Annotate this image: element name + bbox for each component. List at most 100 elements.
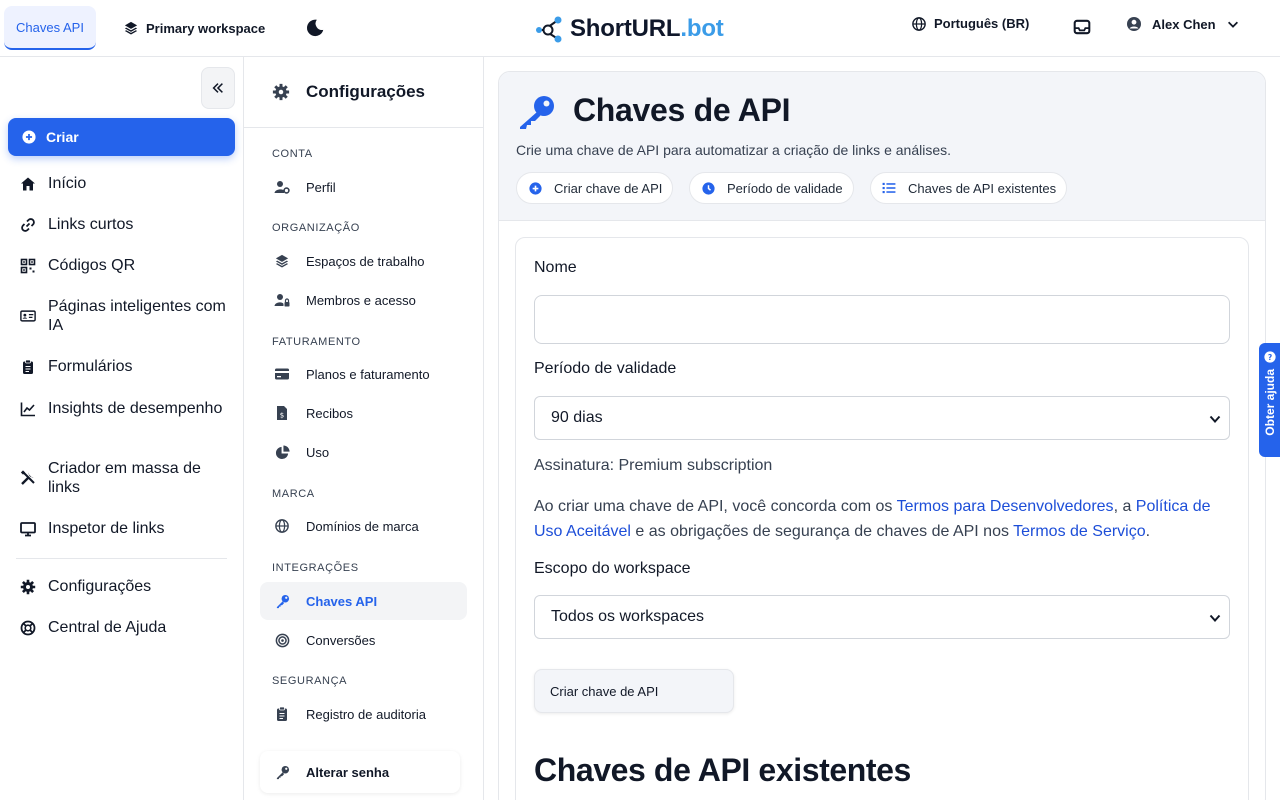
layers-icon [274,253,290,269]
key-icon [274,593,290,609]
user-name: Alex Chen [1152,16,1216,32]
invoice-icon: $ [274,405,290,421]
settings-item-workspaces[interactable]: Espaços de trabalho [260,242,467,280]
main-sidebar: Criar Início Links curtos Códigos QR Pág… [0,57,244,800]
sidebar-item-smart-pages[interactable]: Páginas inteligentes com IA [20,297,228,335]
sidebar-item-insights[interactable]: Insights de desempenho [20,399,228,418]
existing-keys-title: Chaves de API existentes [534,752,911,788]
get-help-tab[interactable]: ? Obter ajuda [1259,343,1280,457]
scope-label: Escopo do workspace [534,560,691,577]
sidebar-item-settings[interactable]: Configurações [20,577,228,596]
inbox-icon[interactable] [1073,18,1091,36]
key-icon [274,764,290,780]
terms-of-service-link[interactable]: Termos de Serviço [1013,523,1146,540]
subscription-text: Assinatura: Premium subscription [534,457,773,474]
section-label-organization: ORGANIZAÇÃO [272,222,360,234]
user-gear-icon [274,179,290,195]
home-icon [20,176,36,192]
language-label: Português (BR) [934,16,1030,31]
pie-chart-icon [274,444,290,460]
user-circle-icon [1127,17,1141,31]
settings-panel: Configurações CONTA Perfil ORGANIZAÇÃO E… [244,57,484,800]
qr-icon [20,258,36,274]
sidebar-item-bulk-creator[interactable]: Criador em massa de links [20,459,228,497]
sidebar-item-qr-codes[interactable]: Códigos QR [20,256,228,275]
clipboard-list-icon [274,706,290,722]
workspace-switcher[interactable]: Primary workspace [124,14,265,42]
validity-label: Período de validade [534,360,677,377]
api-keys-card: Chaves de API Crie uma chave de API para… [498,71,1266,800]
terms-text: Ao criar uma chave de API, você concorda… [534,498,1211,540]
sidebar-item-short-links[interactable]: Links curtos [20,215,228,234]
pill-create-api-key[interactable]: Criar chave de API [516,172,674,204]
pill-validity-period[interactable]: Período de validade [689,172,854,204]
section-label-brand: MARCA [272,488,315,500]
settings-item-api-keys[interactable]: Chaves API [260,582,467,620]
create-key-form: Nome Período de validade 90 dias Assinat… [515,237,1249,800]
tab-api-keys[interactable]: Chaves API [4,6,96,50]
svg-text:?: ? [1267,353,1271,362]
tools-icon [20,470,36,486]
create-label: Criar [46,129,79,145]
sidebar-item-help-center[interactable]: Central de Ajuda [20,618,228,637]
target-icon [274,632,290,648]
chevron-down-icon [1227,21,1238,28]
chart-line-icon [20,401,36,417]
developer-terms-link[interactable]: Termos para Desenvolvedores [897,498,1114,515]
settings-header: Configurações [244,57,484,128]
logo-text: ShortURL.bot [570,15,724,42]
clipboard-icon [20,359,36,375]
name-label: Nome [534,259,577,276]
help-icon: ? [1263,351,1276,363]
link-icon [20,217,36,233]
pill-existing-api-keys[interactable]: Chaves de API existentes [870,172,1068,204]
plus-circle-icon [22,130,36,144]
settings-item-audit-log[interactable]: Registro de auditoria [260,695,467,733]
list-icon [882,181,896,195]
settings-item-brand-domains[interactable]: Domínios de marca [260,507,467,545]
settings-item-usage[interactable]: Uso [260,433,467,471]
sidebar-item-home[interactable]: Início [20,174,228,193]
lifebuoy-icon [20,620,36,636]
chevron-down-icon [1209,415,1221,423]
settings-item-plans[interactable]: Planos e faturamento [260,355,467,393]
validity-select[interactable]: 90 dias [534,396,1230,440]
svg-text:$: $ [280,412,284,420]
page-header: Chaves de API Crie uma chave de API para… [499,72,1265,221]
section-label-account: CONTA [272,148,313,160]
settings-item-conversions[interactable]: Conversões [260,621,467,659]
id-card-icon [20,308,36,324]
chevron-down-icon [1209,614,1221,622]
sidebar-divider [16,558,227,559]
page-title: Chaves de API [573,92,791,128]
settings-item-profile[interactable]: Perfil [260,168,467,206]
settings-item-receipts[interactable]: $ Recibos [260,394,467,432]
user-menu[interactable]: Alex Chen [1126,16,1240,32]
scope-select[interactable]: Todos os workspaces [534,595,1230,639]
logo-nodes-icon [536,16,562,43]
globe-icon [274,518,290,534]
language-selector[interactable]: Português (BR) [912,16,1029,31]
sidebar-item-link-inspector[interactable]: Inspetor de links [20,519,228,538]
section-label-integrations: INTEGRAÇÕES [272,562,359,574]
create-api-key-button[interactable]: Criar chave de API [534,669,734,713]
section-label-security: SEGURANÇA [272,675,348,687]
layers-icon [124,21,138,35]
gear-icon [20,579,36,595]
create-button[interactable]: Criar [8,118,235,156]
settings-item-members[interactable]: Membros e acesso [260,281,467,319]
page-subtitle: Crie uma chave de API para automatizar a… [516,142,952,158]
credit-card-icon [274,366,290,382]
section-label-billing: FATURAMENTO [272,336,361,348]
key-icon [520,96,554,129]
name-input[interactable] [534,295,1230,344]
sidebar-item-forms[interactable]: Formulários [20,357,228,376]
brand-logo[interactable]: ShortURL.bot [536,15,724,43]
monitor-icon [20,521,36,537]
settings-item-change-password[interactable]: Alterar senha [260,751,460,793]
collapse-sidebar-button[interactable] [201,67,235,109]
gear-icon [272,83,290,101]
dark-mode-toggle-icon[interactable] [304,17,326,39]
globe-icon [912,16,926,31]
user-lock-icon [274,292,290,308]
